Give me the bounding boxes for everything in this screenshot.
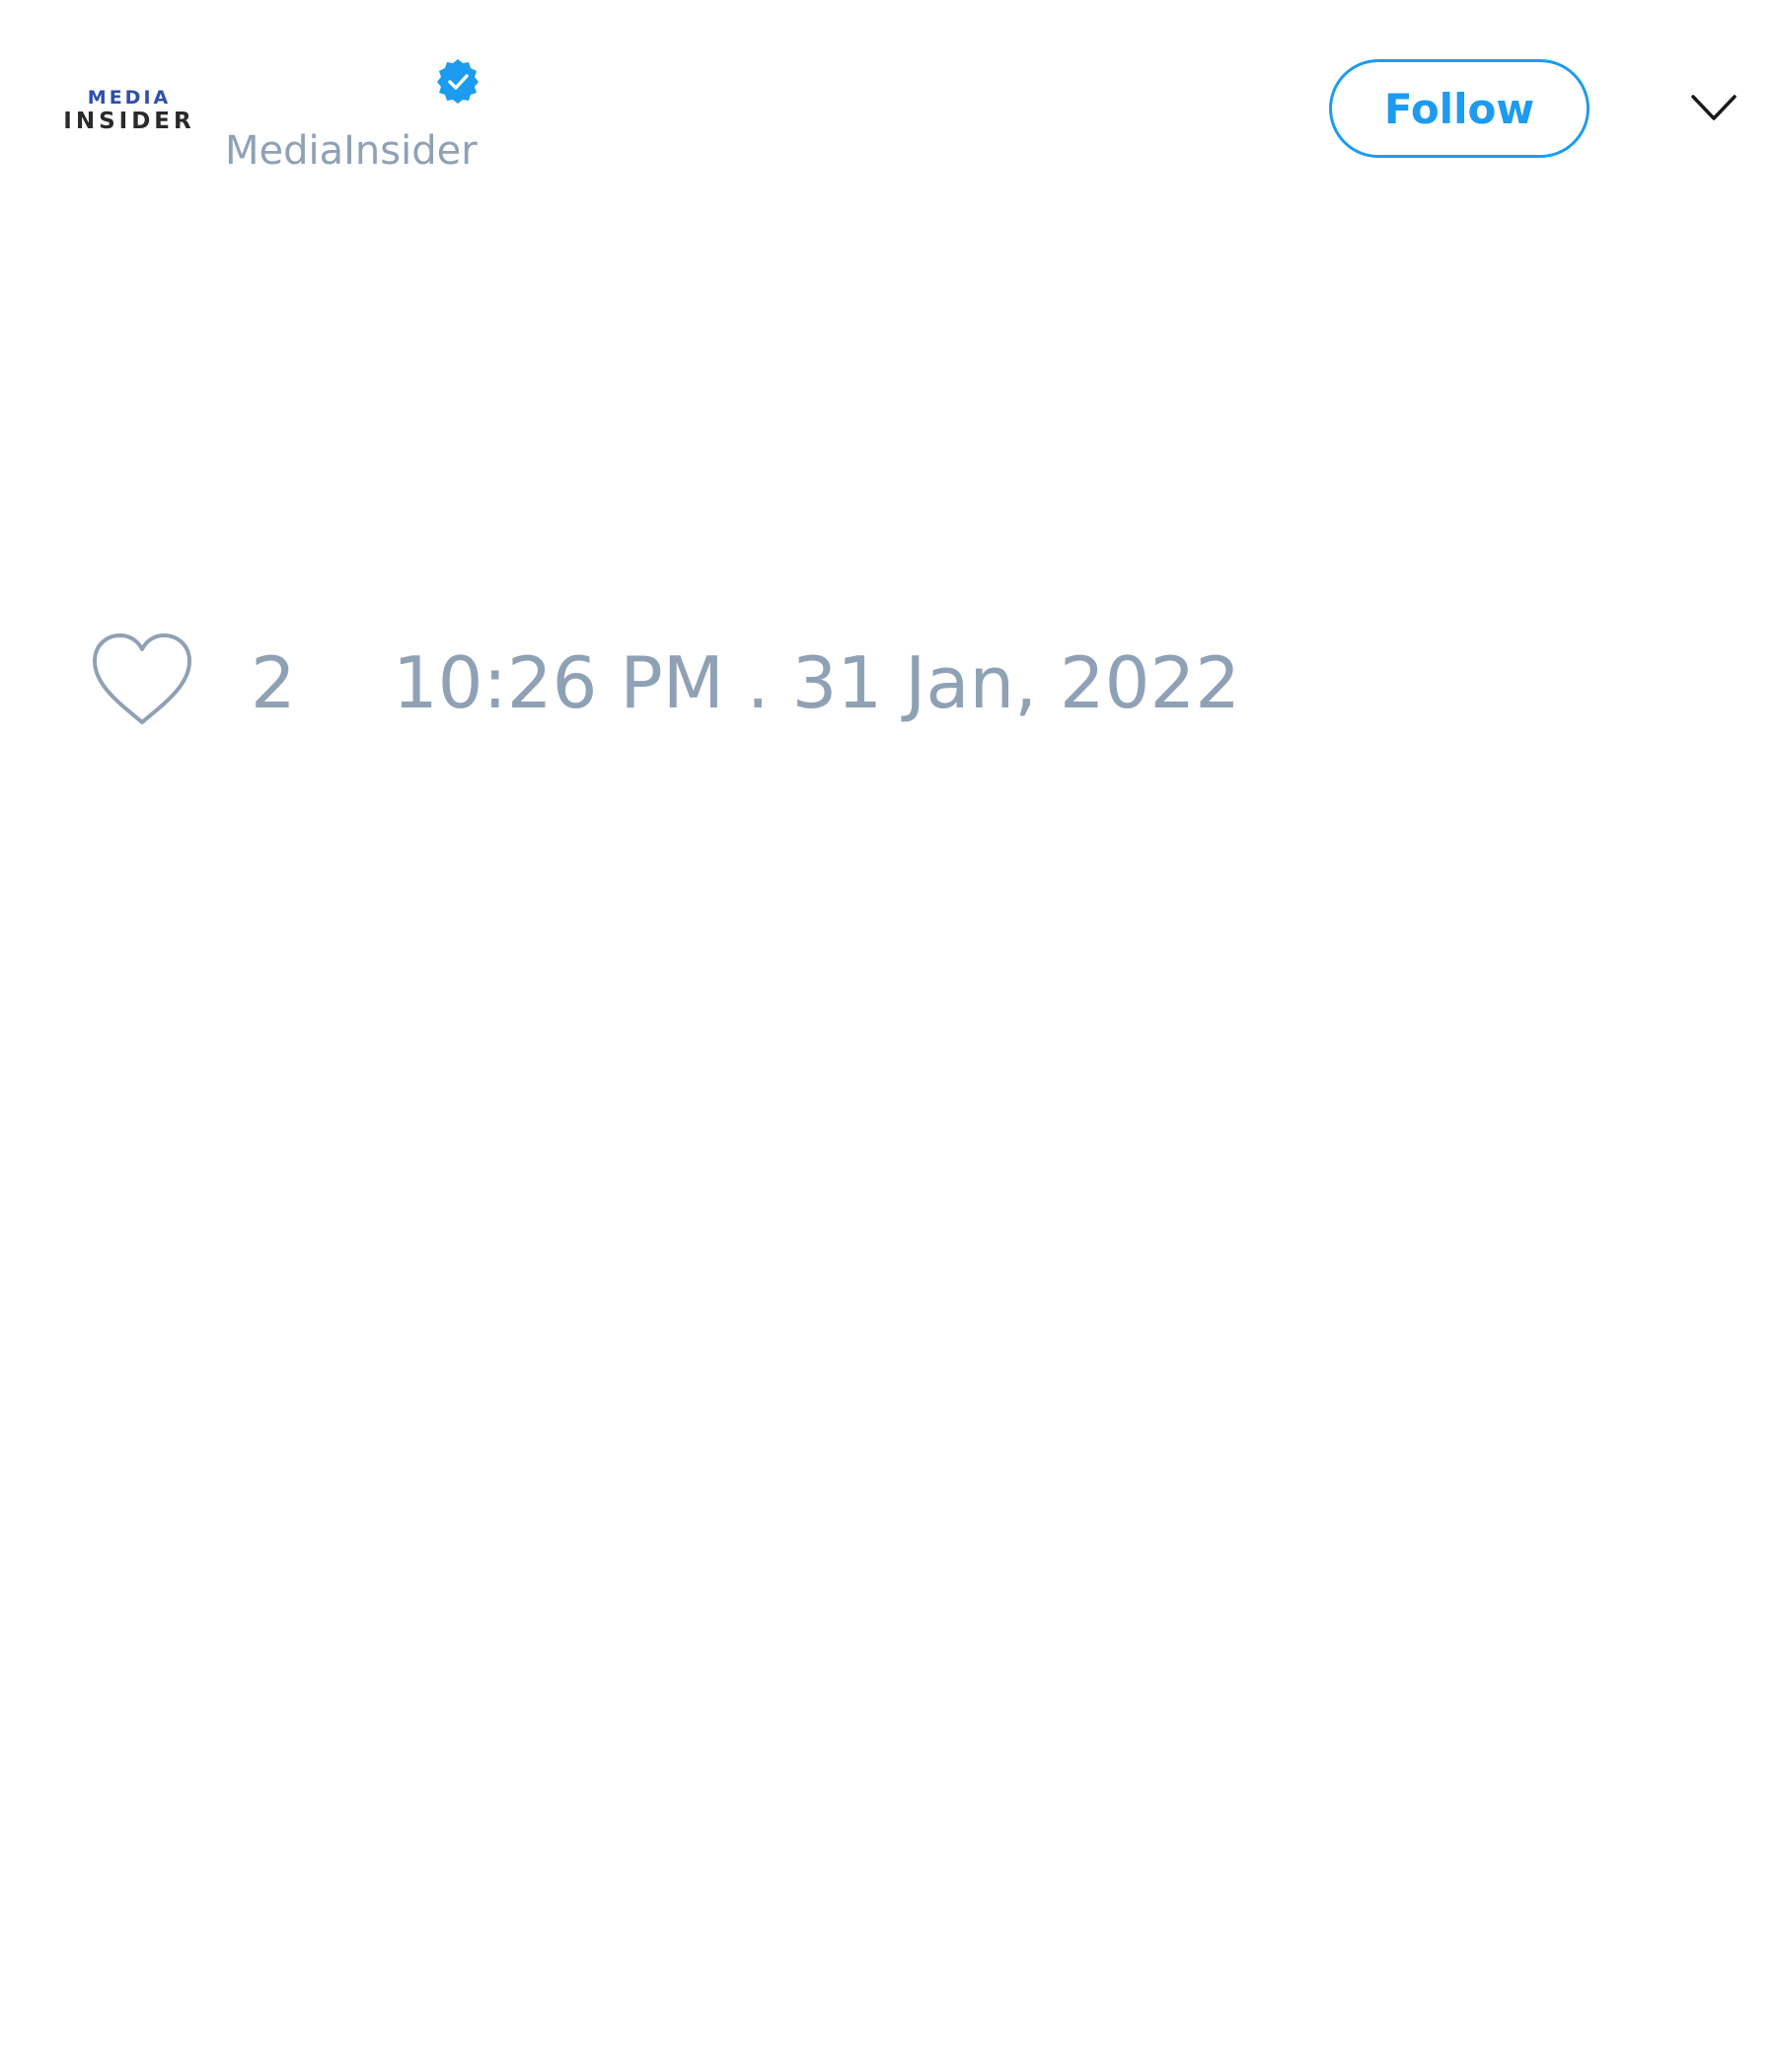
avatar-logo-top: MEDIA: [87, 87, 172, 109]
like-count: 2: [251, 641, 296, 724]
verified-badge-icon: [437, 59, 479, 104]
tweet-timestamp[interactable]: 10:26 PM . 31 Jan, 2022: [393, 641, 1240, 724]
follow-button[interactable]: Follow: [1329, 59, 1590, 158]
chevron-down-icon[interactable]: [1689, 89, 1739, 128]
tweet-card: MEDIA INSIDER MediaInsider Follow 2 10:2…: [0, 0, 1776, 2072]
heart-icon[interactable]: [89, 631, 195, 730]
avatar-logo-bottom: INSIDER: [63, 109, 195, 134]
avatar[interactable]: MEDIA INSIDER: [45, 75, 213, 146]
author-handle[interactable]: MediaInsider: [225, 126, 478, 176]
